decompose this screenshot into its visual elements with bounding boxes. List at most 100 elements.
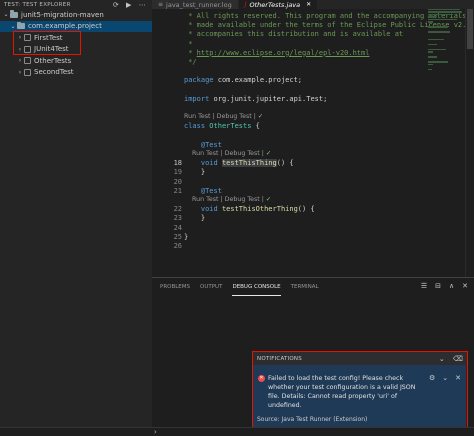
line-number: 22 — [173, 205, 182, 214]
chevron-right-icon[interactable]: › — [16, 57, 24, 64]
log-file-icon: ≡ — [158, 1, 164, 8]
code-lens[interactable]: Run Test | Debug Test | ✓ — [184, 113, 263, 120]
package-icon — [17, 21, 25, 30]
close-icon[interactable]: ✕ — [455, 374, 461, 382]
more-actions-icon[interactable]: ⋯ — [139, 1, 146, 9]
line-number: 21 — [173, 186, 182, 195]
code-line: } — [184, 214, 205, 222]
tree-item-label: com.example.project — [28, 22, 102, 31]
tree-item-label: SecondTest — [34, 68, 74, 77]
tree-item[interactable]: ⌄ junit5-migration-maven — [0, 9, 152, 21]
panel-tab-problems[interactable]: PROBLEMS — [160, 278, 190, 296]
line-number: 20 — [173, 177, 182, 186]
minimap-line — [428, 68, 432, 71]
test-class-icon — [24, 68, 31, 76]
code-line: import org.junit.jupiter.api.Test; — [184, 95, 327, 103]
scroll-thumb[interactable] — [467, 9, 473, 49]
code-line: @Test — [184, 187, 222, 195]
code-token: void — [200, 159, 218, 168]
code-lens[interactable]: Run Test | Debug Test | ✓ — [184, 196, 271, 203]
highlight-box-tests — [13, 31, 81, 55]
collapse-notifications-icon[interactable]: ⌄ — [439, 355, 445, 363]
tree-item[interactable]: › OtherTests — [0, 55, 152, 67]
code-token: com.example.project; — [213, 76, 303, 85]
tree-item-label: OtherTests — [34, 56, 72, 65]
chevron-right-icon[interactable]: › — [154, 428, 157, 436]
chevron-right-icon[interactable]: › — [16, 69, 24, 76]
sidebar-header: TEST: TEST EXPLORER ⟳ ▶ ⋯ — [0, 0, 152, 9]
minimap-line — [428, 11, 463, 13]
minimap-line — [428, 63, 434, 66]
tab-label: java_test_runner.log — [166, 0, 232, 9]
line-number: 18 — [173, 159, 182, 168]
refresh-icon[interactable]: ⟳ — [113, 1, 119, 9]
filter-icon[interactable]: ☰ — [421, 282, 427, 290]
code-line: * http://www.eclipse.org/legal/epl-v20.h… — [184, 49, 369, 57]
code-line: */ — [184, 58, 196, 66]
minimap-line — [428, 9, 461, 11]
minimap-line — [428, 61, 448, 63]
test-explorer-sidebar: TEST: TEST EXPLORER ⟳ ▶ ⋯ ⌄ junit5-migrat… — [0, 0, 152, 436]
check-icon: ✓ — [257, 113, 264, 121]
code-editor[interactable]: 18 19 20 21 22 23 24 25 26 * All rights reserved… — [152, 9, 474, 277]
line-number: 19 — [173, 168, 182, 177]
code-token: () { — [276, 159, 294, 168]
test-class-icon — [24, 57, 31, 65]
minimap-line — [428, 43, 437, 46]
minimap-line — [428, 18, 457, 21]
code-lens[interactable]: Run Test | Debug Test | ✓ — [184, 150, 271, 157]
minimap-line — [428, 38, 445, 41]
notification-source: Source: Java Test Runner (Extension) — [257, 416, 368, 423]
code-token: org.junit.jupiter.api.Test; — [209, 94, 328, 103]
code-line: package com.example.project; — [184, 76, 302, 84]
maximize-panel-icon[interactable]: ∧ — [449, 282, 454, 290]
chevron-down-icon[interactable]: ⌄ — [9, 23, 17, 30]
code-line: * — [184, 40, 192, 48]
tab-log-file[interactable]: ≡ java_test_runner.log — [152, 0, 239, 9]
code-token: @Test — [200, 140, 222, 149]
minimap-line — [428, 51, 434, 53]
close-panel-icon[interactable]: ✕ — [462, 282, 468, 290]
run-all-icon[interactable]: ▶ — [126, 1, 132, 9]
minimap-line — [428, 48, 446, 51]
minimap-line — [428, 56, 437, 58]
clear-all-notifications-icon[interactable]: ⌫ — [453, 355, 463, 363]
code-token: } — [184, 214, 206, 223]
minimap-line — [428, 26, 448, 28]
code-line: } — [184, 233, 188, 241]
line-number: 25 — [173, 232, 182, 241]
code-token: Run Test | Debug Test | — [184, 196, 266, 203]
editor-scrollbar[interactable] — [465, 9, 474, 277]
notification-message: Failed to load the test config! Please c… — [268, 375, 416, 409]
chevron-down-icon[interactable]: ⌄ — [442, 374, 448, 382]
code-line: void testThisOtherThing() { — [184, 205, 315, 213]
panel-tab-terminal[interactable]: TERMINAL — [291, 278, 319, 296]
panel-tab-debug-console[interactable]: DEBUG CONSOLE — [232, 278, 281, 296]
close-tab-icon[interactable]: ✕ — [306, 1, 311, 8]
sidebar-actions: ⟳ ▶ ⋯ — [113, 1, 152, 9]
code-line: class OtherTests { — [184, 122, 260, 130]
chevron-down-icon[interactable]: ⌄ — [2, 11, 10, 18]
code-token: testThisOtherThing — [221, 205, 298, 214]
notification-center: NOTIFICATIONS ⌄ ⌫ ✕ Failed to load the t… — [252, 351, 468, 431]
code-token: * — [184, 48, 197, 57]
code-line: * All rights reserved. This program and … — [184, 12, 466, 20]
minimap[interactable] — [428, 9, 464, 79]
minimap-line — [428, 31, 450, 33]
clear-console-icon[interactable]: ⊟ — [435, 282, 441, 290]
code-token: package — [184, 76, 214, 85]
panel-tab-output[interactable]: OUTPUT — [200, 278, 222, 296]
code-token: @Test — [200, 186, 222, 195]
code-token: * — [184, 39, 193, 48]
minimap-line — [428, 16, 436, 18]
code-token: Run Test | Debug Test | — [184, 113, 258, 121]
tab-other-tests[interactable]: J OtherTests.java ✕ — [238, 0, 319, 9]
code-line: * accompanies this distribution and is a… — [184, 30, 403, 38]
gear-icon[interactable]: ⚙ — [429, 374, 435, 382]
code-token: } — [184, 168, 206, 177]
notification-item: ✕ Failed to load the test config! Please… — [253, 365, 466, 429]
tab-label: OtherTests.java — [249, 0, 301, 9]
tree-item[interactable]: › SecondTest — [0, 67, 152, 79]
line-number: 24 — [173, 223, 182, 232]
